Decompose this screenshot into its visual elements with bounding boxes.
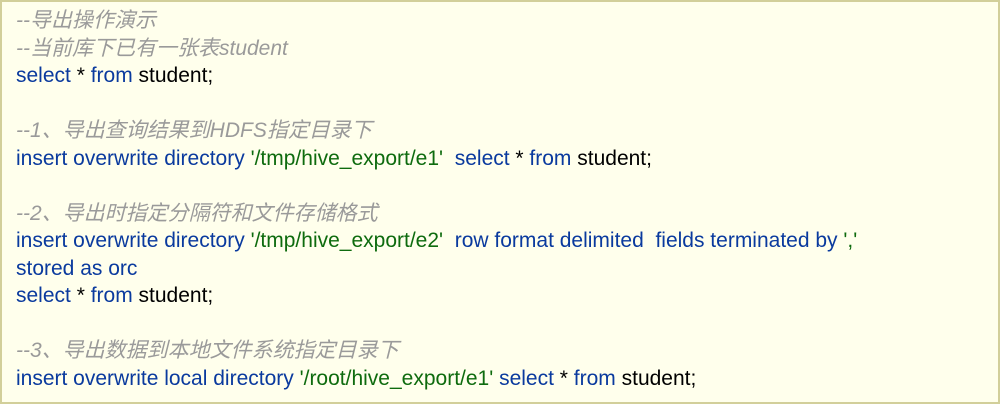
comment-text: --当前库下已有一张表student	[16, 36, 288, 60]
comment-text: --3、导出数据到本地文件系统指定目录下	[16, 339, 399, 362]
keyword-token: insert overwrite local directory	[16, 366, 300, 390]
keyword-token: insert overwrite directory	[16, 146, 251, 170]
plain-token: *	[70, 284, 91, 307]
plain-token: student;	[132, 64, 214, 87]
keyword-token: stored as orc	[16, 256, 138, 280]
comment-text: --1、导出查询结果到HDFS指定目录下	[16, 119, 372, 142]
keyword-token: from	[90, 284, 133, 307]
keyword-token: select	[454, 146, 510, 170]
string-literal: '/root/hive_export/e1'	[299, 366, 494, 390]
plain-token: student;	[571, 146, 652, 170]
code-line: select * from student;	[16, 282, 998, 310]
code-line: insert overwrite directory '/tmp/hive_ex…	[16, 227, 998, 255]
keyword-token: from	[90, 64, 133, 87]
keyword-token: insert overwrite directory	[16, 229, 251, 252]
plain-token: *	[553, 366, 574, 390]
keyword-token: from	[573, 366, 616, 390]
plain-token: student;	[615, 366, 697, 390]
code-line: insert overwrite directory '/tmp/hive_ex…	[16, 145, 998, 173]
plain-token: student;	[132, 284, 214, 307]
string-literal: '/tmp/hive_export/e1'	[250, 146, 444, 170]
code-line: --1、导出查询结果到HDFS指定目录下	[16, 117, 998, 145]
comment-text: --导出操作演示	[16, 9, 156, 32]
keyword-token: from	[529, 146, 572, 170]
comment-text: --2、导出时指定分隔符和文件存储格式	[16, 201, 378, 225]
keyword-token: select	[499, 366, 554, 390]
keyword-token: select	[16, 284, 71, 307]
code-line: insert overwrite local directory '/root/…	[16, 365, 998, 393]
keyword-token: row format delimited fields terminated b…	[454, 229, 844, 252]
string-literal: '/tmp/hive_export/e2'	[250, 229, 444, 252]
code-line: --2、导出时指定分隔符和文件存储格式	[16, 200, 998, 228]
code-line: select * from student;	[16, 62, 998, 90]
plain-token: *	[70, 64, 91, 87]
code-line: --当前库下已有一张表student	[16, 35, 998, 63]
keyword-token: select	[16, 64, 71, 87]
plain-token: *	[509, 146, 530, 170]
string-literal: ','	[843, 229, 858, 252]
code-line: stored as orc	[16, 255, 998, 283]
code-editor-panel[interactable]: --导出操作演示 --当前库下已有一张表student select * from …	[0, 0, 1000, 404]
code-line: --导出操作演示	[16, 7, 998, 35]
code-line: --3、导出数据到本地文件系统指定目录下	[16, 337, 998, 365]
